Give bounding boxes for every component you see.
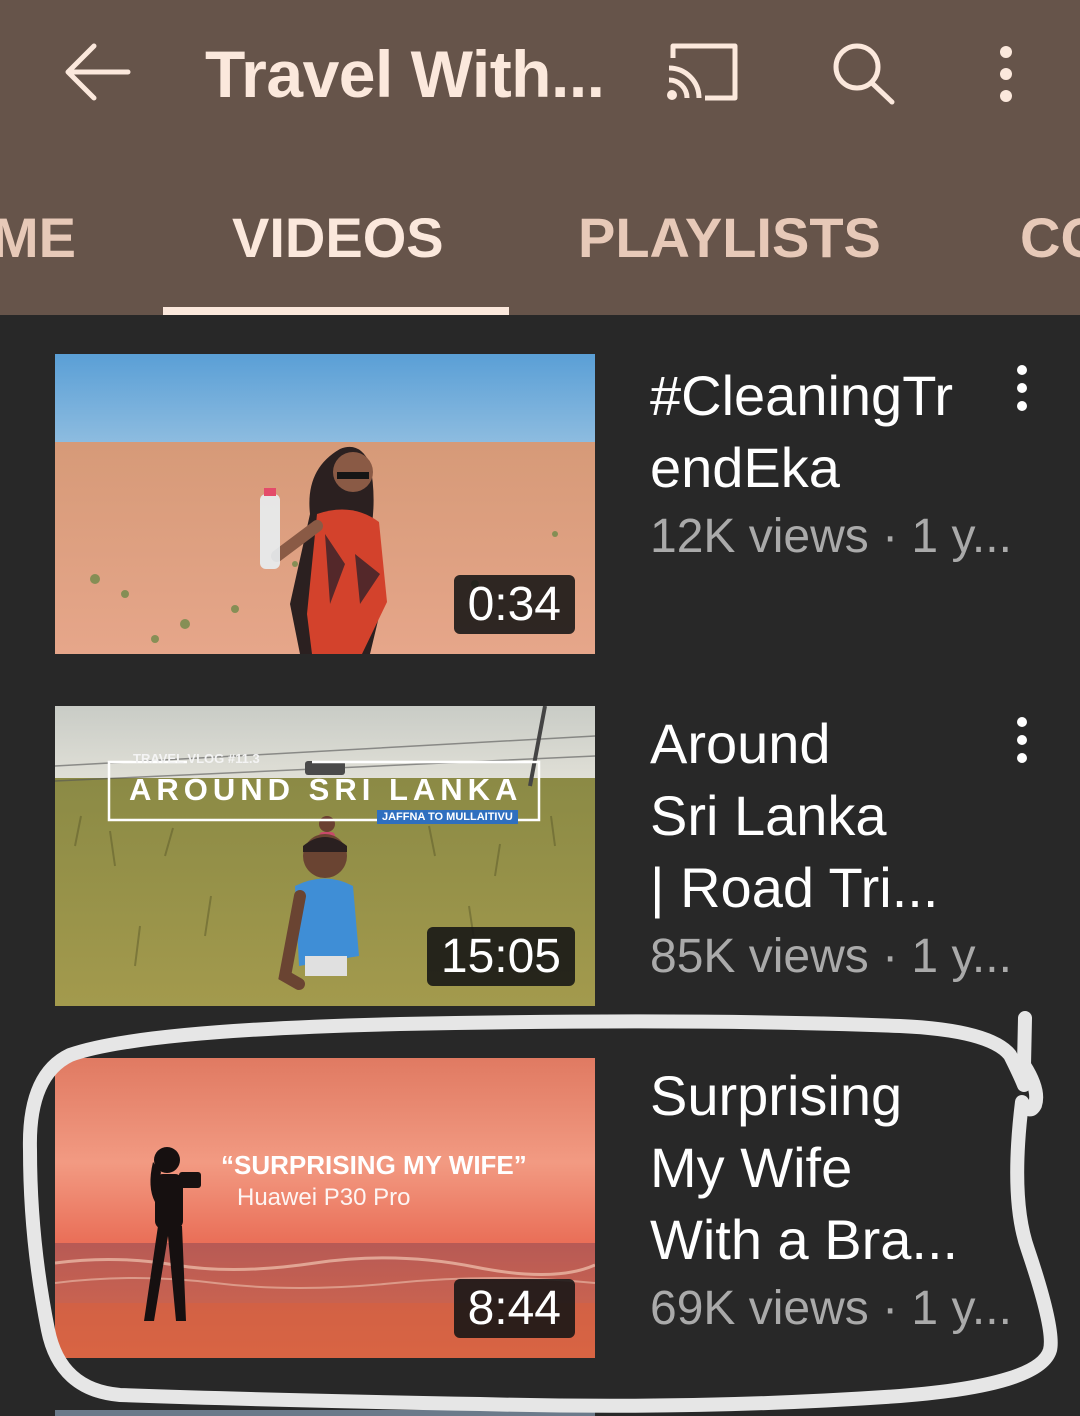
video-meta: Surprising My Wife With a Bra... 69K vie… xyxy=(650,1060,1012,1342)
video-more-icon[interactable] xyxy=(1010,364,1034,412)
video-stats: 85K views · 1 y... xyxy=(650,930,1012,983)
tab-videos[interactable]: VIDEOS xyxy=(232,205,444,270)
video-item[interactable]: 0:34 #CleaningTr endEka 12K views · 1 y.… xyxy=(0,354,1080,654)
video-item[interactable]: TRAVEL VLOG #11.3 AROUND SRI LANKA JAFFN… xyxy=(0,706,1080,1006)
video-thumbnail[interactable]: TRAVEL VLOG #11.3 AROUND SRI LANKA JAFFN… xyxy=(55,706,595,1006)
thumbnail-headline: AROUND SRI LANKA xyxy=(129,772,523,807)
video-stats: 12K views · 1 y... xyxy=(650,510,1012,563)
video-thumbnail[interactable]: 0:34 xyxy=(55,354,595,654)
video-title-line: My Wife xyxy=(650,1136,853,1199)
thumbnail-kicker: TRAVEL VLOG #11.3 xyxy=(133,751,260,766)
tab-playlists[interactable]: PLAYLISTS xyxy=(578,205,881,270)
video-item[interactable]: “SURPRISING MY WIFE” Huawei P30 Pro 8:44… xyxy=(0,1058,1080,1358)
thumbnail-subtitle: Huawei P30 Pro xyxy=(237,1184,411,1211)
thumbnail-subtitle: JAFFNA TO MULLAITIVU xyxy=(377,810,518,824)
next-thumbnail-peek xyxy=(55,1410,595,1416)
video-duration: 8:44 xyxy=(453,1279,575,1338)
video-list: 0:34 #CleaningTr endEka 12K views · 1 y.… xyxy=(0,315,1080,1416)
video-title-line: | Road Tri... xyxy=(650,856,939,919)
video-thumbnail[interactable]: “SURPRISING MY WIFE” Huawei P30 Pro 8:44 xyxy=(55,1058,595,1358)
video-meta: Around Sri Lanka | Road Tri... 85K views… xyxy=(650,708,1012,990)
channel-tabs: ME VIDEOS PLAYLISTS CO xyxy=(0,170,1080,315)
video-duration: 15:05 xyxy=(426,927,575,986)
app-bar: Travel With... ME VIDEOS PLAYLISTS CO xyxy=(0,0,1080,315)
video-title-line: With a Bra... xyxy=(650,1208,959,1271)
thumbnail-headline: “SURPRISING MY WIFE” xyxy=(221,1150,527,1180)
video-title-line: Surprising xyxy=(650,1064,903,1127)
channel-title: Travel With... xyxy=(205,37,605,111)
video-meta: #CleaningTr endEka 12K views · 1 y... xyxy=(650,360,1012,570)
back-arrow-icon[interactable] xyxy=(60,40,132,104)
video-duration: 0:34 xyxy=(453,575,575,634)
tab-home[interactable]: ME xyxy=(0,205,76,270)
top-toolbar: Travel With... xyxy=(0,0,1080,150)
tab-community[interactable]: CO xyxy=(1020,205,1080,270)
video-more-icon[interactable] xyxy=(1010,716,1034,764)
search-icon[interactable] xyxy=(830,40,898,106)
video-title-line: #CleaningTr xyxy=(650,364,953,427)
video-title-line: Sri Lanka xyxy=(650,784,887,847)
video-title-line: Around xyxy=(650,712,831,775)
video-stats: 69K views · 1 y... xyxy=(650,1282,1012,1335)
video-title-line: endEka xyxy=(650,436,840,499)
more-vert-icon[interactable] xyxy=(994,44,1018,104)
active-tab-indicator xyxy=(163,307,509,315)
cast-icon[interactable] xyxy=(665,42,739,102)
